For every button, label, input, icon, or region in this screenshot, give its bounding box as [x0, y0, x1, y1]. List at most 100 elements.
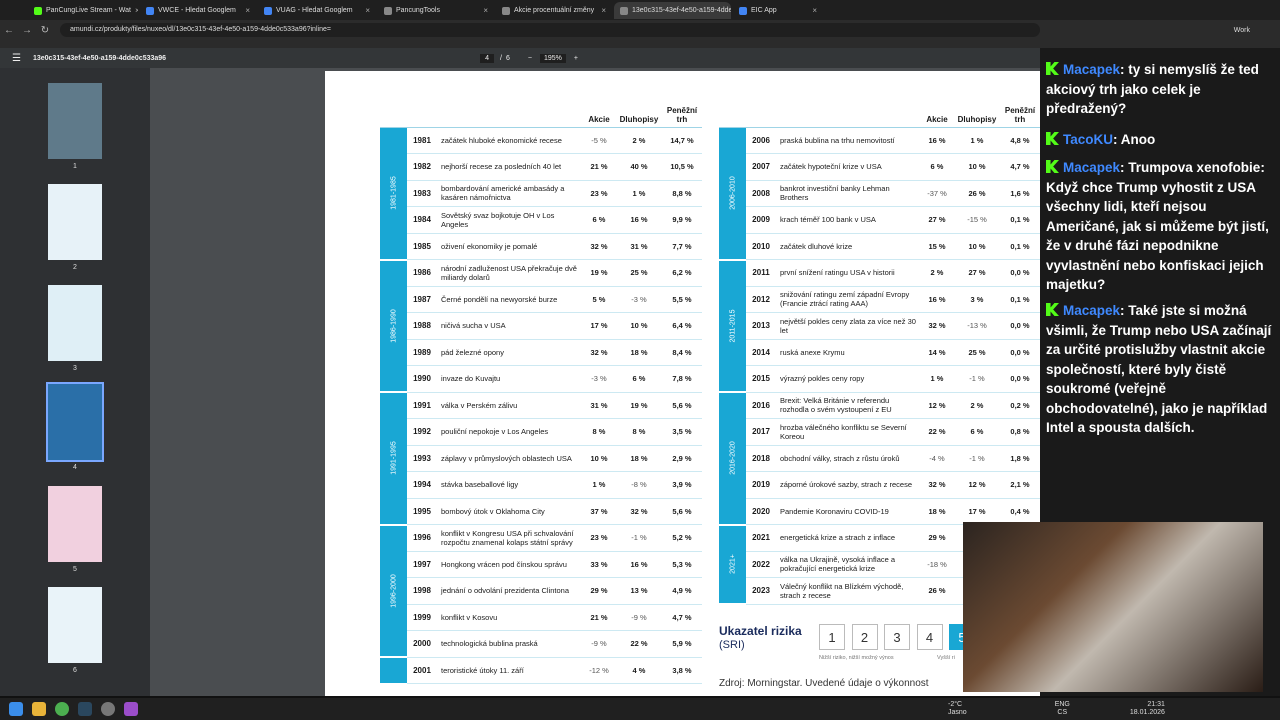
year-cell: 2016: [746, 392, 776, 419]
bonds-cell: 2 %: [954, 392, 1000, 419]
stocks-cell: -12 %: [582, 657, 616, 684]
bonds-cell: 3 %: [954, 286, 1000, 313]
thumbnail-page-number: 4: [73, 464, 77, 471]
browser-tab[interactable]: EIC App ×: [733, 2, 823, 19]
bonds-cell: 16 %: [616, 551, 662, 578]
event-cell: obchodní války, strach z růstu úroků: [776, 445, 920, 472]
chat-username[interactable]: Macapek: [1063, 62, 1120, 77]
stocks-cell: 2 %: [920, 259, 954, 287]
page-thumbnail[interactable]: [48, 587, 102, 663]
tab-label: EIC App: [751, 7, 777, 14]
weather-label: Jasno: [948, 709, 967, 716]
app-icon[interactable]: [124, 702, 138, 716]
page-thumbnail[interactable]: [48, 285, 102, 361]
chat-username[interactable]: Macapek: [1063, 160, 1120, 175]
browser-tab[interactable]: PanCungLive Stream - Wat ×: [28, 2, 138, 19]
year-cell: 1993: [407, 445, 437, 472]
year-cell: 1986: [407, 259, 437, 287]
event-cell: praská bublina na trhu nemovitostí: [776, 127, 920, 154]
bonds-cell: 25 %: [954, 339, 1000, 366]
page-input[interactable]: 4: [480, 53, 494, 63]
stocks-cell: 6 %: [920, 153, 954, 181]
browser-tab[interactable]: Akcie procentuální změny ×: [496, 2, 612, 19]
url-input[interactable]: amundi.cz/produkty/files/nuxeo/dl/13e0c3…: [60, 23, 1040, 37]
money-cell: 5,6 %: [662, 498, 702, 525]
chat-message: TacoKU: Anoo: [1046, 130, 1274, 150]
thumbnail-page-number: 6: [73, 667, 77, 674]
explorer-icon[interactable]: [32, 702, 46, 716]
obs-icon[interactable]: [101, 702, 115, 716]
event-cell: Černé pondělí na newyorské burze: [437, 286, 582, 313]
bonds-cell: -9 %: [616, 604, 662, 631]
stocks-cell: 10 %: [582, 445, 616, 472]
profile-button[interactable]: Work: [1234, 27, 1280, 34]
clock-time[interactable]: 21:31: [1130, 701, 1165, 709]
chat-username[interactable]: TacoKU: [1063, 132, 1113, 147]
period-band: 1991-1995: [380, 392, 407, 526]
money-cell: 5,5 %: [662, 286, 702, 313]
tab-close-icon[interactable]: ×: [365, 6, 370, 15]
lang-code[interactable]: ENG: [1055, 701, 1070, 709]
page-thumbnail[interactable]: [48, 486, 102, 562]
event-cell: největší pokles ceny zlata za více než 3…: [776, 312, 920, 340]
event-cell: národní zadluženost USA překračuje dvě m…: [437, 259, 582, 287]
page-thumbnail[interactable]: [46, 382, 104, 462]
tab-favicon-icon: [739, 6, 747, 15]
zoom-level[interactable]: 195%: [539, 53, 566, 63]
stocks-cell: -37 %: [920, 180, 954, 207]
tab-close-icon[interactable]: ×: [245, 6, 250, 15]
bonds-cell: 6 %: [616, 365, 662, 393]
money-cell: 5,9 %: [662, 630, 702, 658]
year-cell: 2019: [746, 471, 776, 499]
tab-close-icon[interactable]: ×: [601, 6, 606, 15]
event-cell: začátek hypoteční krize v USA: [776, 153, 920, 181]
stocks-cell: 21 %: [582, 153, 616, 181]
tab-close-icon[interactable]: ×: [135, 6, 138, 15]
year-cell: 2009: [746, 206, 776, 234]
year-cell: 2010: [746, 233, 776, 260]
table-row: 1998 jednání o odvolání prezidenta Clinto…: [380, 577, 702, 605]
event-cell: energetická krize a strach z inflace: [776, 524, 920, 552]
bonds-cell: 13 %: [616, 577, 662, 605]
clock-date[interactable]: 18.01.2026: [1130, 709, 1165, 717]
start-icon[interactable]: [9, 702, 23, 716]
browser-tab[interactable]: PancungTools ×: [378, 2, 494, 19]
event-cell: bombardování americké ambasády a kasáren…: [437, 180, 582, 207]
forward-icon[interactable]: →: [18, 25, 36, 36]
zoom-in-icon[interactable]: +: [574, 55, 578, 62]
page-thumbnail[interactable]: [48, 83, 102, 159]
tab-favicon-icon: [34, 6, 42, 15]
header-stocks: Akcie: [920, 101, 954, 128]
reload-icon[interactable]: ↻: [36, 25, 54, 36]
page-thumbnail[interactable]: [48, 184, 102, 260]
back-icon[interactable]: ←: [0, 25, 18, 36]
chat-username[interactable]: Macapek: [1063, 303, 1120, 318]
tab-close-icon[interactable]: ×: [483, 6, 488, 15]
money-cell: 0,0 %: [1000, 259, 1040, 287]
event-cell: bankrot investiční banky Lehman Brothers: [776, 180, 920, 207]
bonds-cell: -3 %: [616, 286, 662, 313]
tab-favicon-icon: [620, 6, 628, 15]
risk-level-box: 2: [851, 624, 878, 650]
tab-close-icon[interactable]: ×: [812, 6, 817, 15]
weather-temp: -2°C: [948, 701, 963, 708]
bonds-cell: 16 %: [616, 206, 662, 234]
stocks-cell: 22 %: [920, 418, 954, 446]
zoom-out-icon[interactable]: −: [528, 55, 532, 62]
year-cell: 1983: [407, 180, 437, 207]
browser-tab[interactable]: VWCE - Hledat Googlem ×: [140, 2, 256, 19]
browser-tab[interactable]: 13e0c315-43ef-4e50-a159-4dde×: [614, 2, 731, 19]
stocks-cell: 16 %: [920, 127, 954, 154]
stocks-cell: 16 %: [920, 286, 954, 313]
period-band: 1981-1985: [380, 127, 407, 261]
money-cell: 6,2 %: [662, 259, 702, 287]
lang-code-2[interactable]: CS: [1055, 709, 1070, 717]
menu-icon[interactable]: ☰: [12, 53, 21, 64]
browser-tab[interactable]: VUAG - Hledat Googlem ×: [258, 2, 376, 19]
chrome-icon[interactable]: [55, 702, 69, 716]
steam-icon[interactable]: [78, 702, 92, 716]
stocks-cell: 18 %: [920, 498, 954, 525]
year-cell: 1982: [407, 153, 437, 181]
table-row: 2019 záporné úrokové sazby, strach z rece…: [719, 471, 1040, 499]
header-stocks: Akcie: [582, 101, 616, 128]
